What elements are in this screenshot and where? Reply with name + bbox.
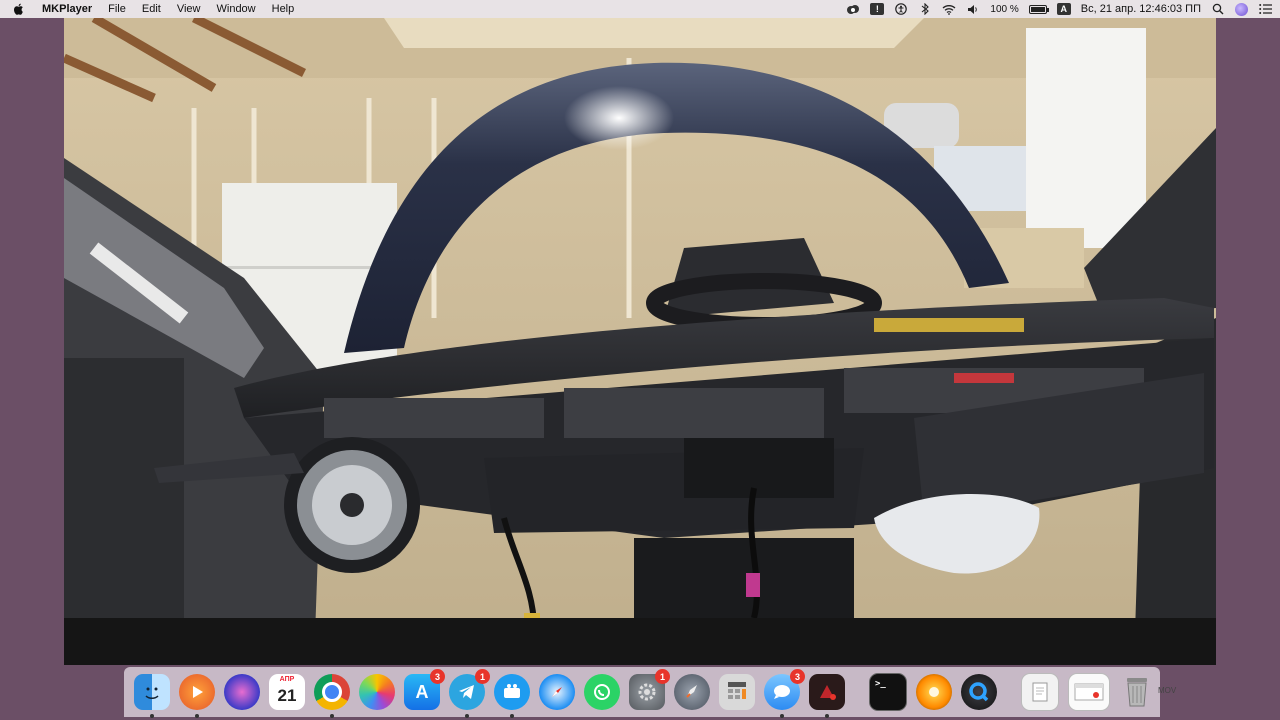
trash-icon[interactable] <box>1119 674 1155 710</box>
battery-fill <box>1030 6 1045 12</box>
menu-file[interactable]: File <box>100 0 134 18</box>
system-preferences-badge: 1 <box>655 669 670 684</box>
apple-icon[interactable] <box>12 2 26 16</box>
system-preferences-icon[interactable]: 1 <box>629 669 670 710</box>
infuse-player-icon[interactable] <box>179 674 215 718</box>
photo-booth-running-dot <box>825 714 829 718</box>
menu-help[interactable]: Help <box>264 0 303 18</box>
clock[interactable]: Вс, 21 апр. 12:46:03 ПП <box>1081 3 1201 15</box>
finder-running-dot <box>150 714 154 718</box>
calendar-icon[interactable]: АПР 21 <box>269 674 305 710</box>
menu-bar: MKPlayer File Edit View Window Help ! 10… <box>0 0 1280 18</box>
bluetooth-icon[interactable] <box>918 3 932 15</box>
accessibility-icon[interactable] <box>894 3 908 15</box>
app-store-icon[interactable]: A 3 <box>404 669 445 710</box>
safari-icon[interactable] <box>539 674 575 710</box>
terminal-prompt: >_ <box>875 679 886 689</box>
downloads-stack-icon[interactable] <box>1068 673 1110 711</box>
messages-badge: 3 <box>790 669 805 684</box>
search-icon[interactable] <box>1211 3 1225 15</box>
alert-icon[interactable]: ! <box>870 3 885 15</box>
cloud-sync-icon[interactable] <box>846 3 860 15</box>
dock: АПР 21 A 3 1 1 3 >_ <box>124 667 1160 718</box>
menu-view[interactable]: View <box>169 0 209 18</box>
screenium-running-dot <box>510 714 514 718</box>
quicktime-icon[interactable] <box>961 674 997 710</box>
vlc-like-icon[interactable] <box>916 674 952 710</box>
finder-icon[interactable] <box>134 674 170 718</box>
siri-dock-icon[interactable] <box>224 674 260 710</box>
whatsapp-icon[interactable] <box>584 674 620 710</box>
menu-list-icon[interactable] <box>1258 3 1272 15</box>
video-player-frame[interactable] <box>64 18 1216 665</box>
telegram-running-dot <box>465 714 469 718</box>
menu-window[interactable]: Window <box>209 0 264 18</box>
input-source-icon[interactable]: A <box>1056 3 1071 15</box>
menu-edit[interactable]: Edit <box>134 0 169 18</box>
chrome-running-dot <box>330 714 334 718</box>
battery-icon[interactable] <box>1028 4 1049 14</box>
app-store-badge: 3 <box>430 669 445 684</box>
siri-icon[interactable] <box>1235 2 1248 16</box>
screenium-icon[interactable] <box>494 674 530 718</box>
chrome-center <box>322 682 342 702</box>
calendar-day: 21 <box>277 686 297 705</box>
video-frame-image <box>64 18 1216 665</box>
volume-icon[interactable] <box>966 3 980 15</box>
mov-file-label: MOV <box>1158 686 1177 695</box>
telegram-badge: 1 <box>475 669 490 684</box>
chrome-icon[interactable] <box>314 674 350 718</box>
calendar-month: АПР <box>279 676 295 683</box>
documents-stack-icon[interactable] <box>1021 673 1059 711</box>
calculator-icon[interactable] <box>719 674 755 710</box>
app-store-glyph: A <box>415 681 429 702</box>
player-running-dot <box>195 714 199 718</box>
photo-booth-icon[interactable] <box>809 674 845 718</box>
messages-running-dot <box>780 714 784 718</box>
battery-percent: 100 % <box>990 3 1019 15</box>
wifi-icon[interactable] <box>942 3 956 15</box>
telegram-icon[interactable]: 1 <box>449 669 490 718</box>
launchpad-icon[interactable] <box>674 674 710 710</box>
terminal-icon[interactable]: >_ <box>869 673 907 711</box>
messages-icon[interactable]: 3 <box>764 669 805 718</box>
menu-app-name[interactable]: MKPlayer <box>34 0 100 18</box>
photos-icon[interactable] <box>359 674 395 710</box>
